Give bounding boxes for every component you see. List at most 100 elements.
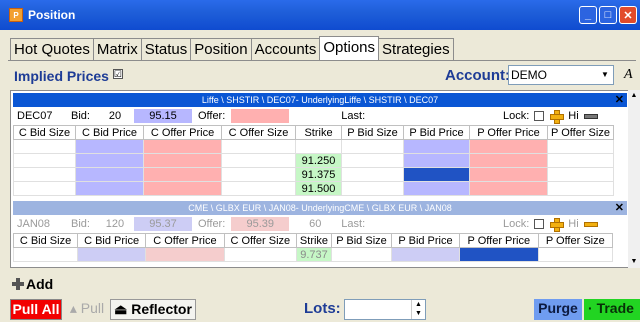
scroll-down-icon[interactable]: ▼ bbox=[628, 256, 640, 268]
table-row[interactable]: 91.375 bbox=[13, 167, 614, 182]
col-header[interactable]: P Offer Size bbox=[547, 125, 614, 140]
p-bid-size-cell[interactable] bbox=[341, 181, 404, 196]
p-bid-size-cell[interactable] bbox=[341, 167, 404, 182]
offer-price: 95.39 bbox=[231, 217, 290, 231]
col-header[interactable]: C Bid Price bbox=[75, 125, 144, 140]
minus-icon[interactable] bbox=[583, 113, 598, 119]
implied-prices-checkbox[interactable]: ☑ bbox=[112, 69, 123, 79]
c-bid-price-cell[interactable] bbox=[77, 247, 147, 262]
lots-input[interactable]: ▲ ▼ bbox=[344, 299, 426, 320]
p-bid-price-cell[interactable] bbox=[403, 181, 470, 196]
p-offer-size-cell[interactable] bbox=[547, 167, 614, 182]
c-offer-size-cell[interactable] bbox=[221, 181, 296, 196]
c-offer-price-cell[interactable] bbox=[145, 247, 225, 262]
pull-all-button[interactable]: Pull All bbox=[10, 299, 62, 320]
col-header[interactable]: C Offer Price bbox=[143, 125, 222, 140]
col-header[interactable]: P Bid Price bbox=[403, 125, 470, 140]
p-bid-price-cell[interactable] bbox=[403, 139, 470, 154]
bid-label: Bid: bbox=[71, 218, 90, 230]
table-row[interactable] bbox=[13, 139, 614, 154]
p-offer-size-cell[interactable] bbox=[537, 247, 614, 262]
table-row[interactable]: 91.500 bbox=[13, 181, 614, 196]
table-row[interactable]: 9.737 bbox=[12, 247, 614, 262]
scroll-up-icon[interactable]: ▲ bbox=[628, 90, 640, 102]
c-bid-price-cell[interactable] bbox=[75, 139, 144, 154]
maximize-button[interactable]: □ bbox=[599, 6, 617, 24]
col-header[interactable]: C Offer Size bbox=[221, 125, 296, 140]
tab-accounts[interactable]: Accounts bbox=[250, 38, 321, 60]
p-bid-size-cell[interactable] bbox=[341, 153, 404, 168]
c-bid-price-cell[interactable] bbox=[75, 153, 144, 168]
c-offer-size-cell[interactable] bbox=[221, 139, 296, 154]
c-bid-size-cell[interactable] bbox=[13, 139, 76, 154]
font-icon[interactable]: A bbox=[624, 67, 633, 83]
c-bid-size-cell[interactable] bbox=[13, 167, 76, 182]
c-offer-price-cell[interactable] bbox=[143, 153, 222, 168]
c-bid-size-cell[interactable] bbox=[12, 247, 79, 262]
col-header[interactable]: P Offer Size bbox=[537, 233, 614, 248]
tab-options[interactable]: Options bbox=[319, 36, 380, 60]
tab-matrix[interactable]: Matrix bbox=[92, 38, 142, 60]
c-bid-size-cell[interactable] bbox=[13, 181, 76, 196]
vertical-scrollbar[interactable]: ▲ ▼ bbox=[628, 90, 640, 268]
col-header[interactable]: Strike bbox=[295, 125, 342, 140]
p-offer-size-cell[interactable] bbox=[547, 181, 614, 196]
p-bid-price-cell[interactable] bbox=[403, 153, 470, 168]
tab-strategies[interactable]: Strategies bbox=[378, 38, 454, 60]
lock-checkbox[interactable] bbox=[534, 219, 545, 229]
p-bid-size-cell[interactable] bbox=[341, 139, 404, 154]
add-button[interactable]: Add bbox=[12, 276, 53, 292]
close-icon[interactable]: ✕ bbox=[615, 93, 624, 107]
implied-prices[interactable]: Implied Prices ☑ bbox=[14, 68, 123, 84]
tab-hot-quotes[interactable]: Hot Quotes bbox=[10, 38, 94, 60]
lock-checkbox[interactable] bbox=[534, 111, 545, 121]
c-bid-price-cell[interactable] bbox=[75, 181, 144, 196]
col-header[interactable]: Strike bbox=[295, 233, 333, 248]
minimize-button[interactable]: _ bbox=[579, 6, 597, 24]
col-header[interactable]: C Bid Size bbox=[13, 125, 76, 140]
col-header[interactable]: P Bid Size bbox=[341, 125, 404, 140]
col-header[interactable]: P Offer Price bbox=[469, 125, 548, 140]
chevron-down-icon[interactable]: ▼ bbox=[598, 67, 612, 83]
plus-icon[interactable] bbox=[549, 217, 565, 232]
p-offer-size-cell[interactable] bbox=[547, 153, 614, 168]
p-bid-price-cell[interactable] bbox=[390, 247, 461, 262]
p-offer-price-cell[interactable] bbox=[469, 139, 548, 154]
plus-icon[interactable] bbox=[549, 109, 565, 124]
col-header[interactable]: C Offer Price bbox=[145, 233, 225, 248]
col-header[interactable]: P Bid Price bbox=[390, 233, 461, 248]
col-header[interactable]: C Bid Price bbox=[77, 233, 147, 248]
p-bid-price-cell[interactable] bbox=[403, 167, 470, 182]
p-offer-price-cell[interactable] bbox=[469, 153, 548, 168]
col-header[interactable]: C Bid Size bbox=[12, 233, 79, 248]
col-header[interactable]: P Bid Size bbox=[331, 233, 392, 248]
p-offer-price-cell[interactable] bbox=[459, 247, 539, 262]
col-header[interactable]: P Offer Price bbox=[459, 233, 539, 248]
p-offer-price-cell[interactable] bbox=[469, 167, 548, 182]
p-offer-price-cell[interactable] bbox=[469, 181, 548, 196]
minus-icon[interactable] bbox=[583, 221, 598, 227]
account-select[interactable]: DEMO ▼ bbox=[508, 65, 614, 85]
purge-button[interactable]: Purge bbox=[534, 299, 582, 320]
close-button[interactable]: ✕ bbox=[619, 6, 637, 24]
c-offer-size-cell[interactable] bbox=[223, 247, 297, 262]
tab-position[interactable]: Position bbox=[190, 38, 252, 60]
c-offer-size-cell[interactable] bbox=[221, 153, 296, 168]
c-offer-size-cell[interactable] bbox=[221, 167, 296, 182]
reflector-button[interactable]: ⏏ Reflector bbox=[110, 299, 196, 320]
pull-button[interactable]: ▴ Pull bbox=[66, 299, 108, 320]
close-icon[interactable]: ✕ bbox=[615, 201, 624, 215]
spinner-icon[interactable]: ▲ ▼ bbox=[411, 300, 425, 319]
p-offer-size-cell[interactable] bbox=[547, 139, 614, 154]
c-bid-size-cell[interactable] bbox=[13, 153, 76, 168]
c-offer-price-cell[interactable] bbox=[143, 167, 222, 182]
c-bid-price-cell[interactable] bbox=[75, 167, 144, 182]
table-row[interactable]: 91.250 bbox=[13, 153, 614, 168]
tab-status[interactable]: Status bbox=[140, 38, 192, 60]
p-bid-size-cell[interactable] bbox=[331, 247, 392, 262]
tab-divider bbox=[8, 60, 636, 61]
trade-button[interactable]: · Trade bbox=[584, 299, 640, 320]
col-header[interactable]: C Offer Size bbox=[223, 233, 297, 248]
c-offer-price-cell[interactable] bbox=[143, 181, 222, 196]
c-offer-price-cell[interactable] bbox=[143, 139, 222, 154]
